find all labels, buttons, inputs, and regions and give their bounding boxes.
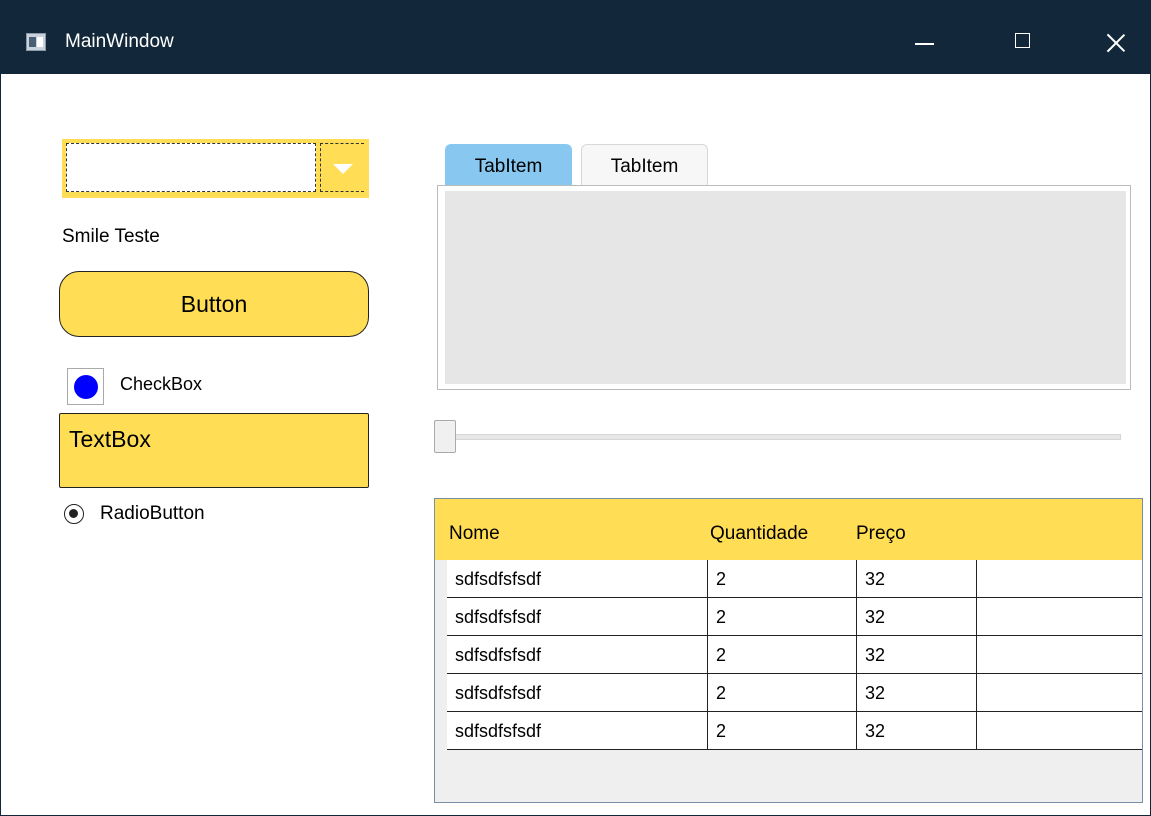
window-title: MainWindow bbox=[65, 31, 174, 52]
combobox-text[interactable] bbox=[66, 143, 316, 192]
grid-header: Nome Quantidade Preço bbox=[435, 499, 1142, 560]
app-icon bbox=[26, 33, 46, 51]
cell-quantidade[interactable]: 2 bbox=[708, 636, 857, 674]
cell-quantidade[interactable]: 2 bbox=[708, 598, 857, 636]
cell-preco[interactable]: 32 bbox=[857, 636, 977, 674]
cell-empty bbox=[977, 560, 1142, 598]
table-row[interactable]: sdfsdfsfsdf 2 32 bbox=[447, 712, 1142, 750]
cell-preco[interactable]: 32 bbox=[857, 712, 977, 750]
cell-quantidade[interactable]: 2 bbox=[708, 674, 857, 712]
cell-empty bbox=[977, 636, 1142, 674]
combobox[interactable] bbox=[62, 139, 369, 198]
row-header[interactable] bbox=[435, 636, 447, 674]
tab-item-1[interactable]: TabItem bbox=[445, 144, 572, 186]
table-row[interactable]: sdfsdfsfsdf 2 32 bbox=[447, 560, 1142, 598]
cell-preco[interactable]: 32 bbox=[857, 598, 977, 636]
cell-preco[interactable]: 32 bbox=[857, 560, 977, 598]
radio-button[interactable] bbox=[64, 504, 84, 524]
maximize-icon[interactable] bbox=[1003, 24, 1043, 64]
slider-track[interactable] bbox=[437, 434, 1121, 440]
cell-empty bbox=[977, 598, 1142, 636]
tab-item-2[interactable]: TabItem bbox=[581, 144, 708, 186]
main-button[interactable]: Button bbox=[59, 271, 369, 337]
column-header-quantidade[interactable]: Quantidade bbox=[710, 523, 808, 545]
text-input[interactable]: TextBox bbox=[59, 413, 369, 488]
cell-nome[interactable]: sdfsdfsfsdf bbox=[447, 674, 708, 712]
cell-preco[interactable]: 32 bbox=[857, 674, 977, 712]
cell-nome[interactable]: sdfsdfsfsdf bbox=[447, 712, 708, 750]
smile-label: Smile Teste bbox=[62, 226, 160, 247]
cell-quantidade[interactable]: 2 bbox=[708, 560, 857, 598]
cell-nome[interactable]: sdfsdfsfsdf bbox=[447, 598, 708, 636]
chevron-down-icon[interactable] bbox=[320, 143, 364, 192]
checkbox[interactable] bbox=[67, 368, 104, 405]
close-icon[interactable] bbox=[1096, 24, 1136, 64]
data-grid[interactable]: Nome Quantidade Preço sdfsdfsfsdf 2 32 s… bbox=[434, 498, 1143, 803]
cell-nome[interactable]: sdfsdfsfsdf bbox=[447, 560, 708, 598]
cell-empty bbox=[977, 712, 1142, 750]
main-window: MainWindow Smile Teste Button CheckBox T… bbox=[0, 0, 1151, 816]
table-row[interactable]: sdfsdfsfsdf 2 32 bbox=[447, 598, 1142, 636]
row-header[interactable] bbox=[435, 712, 447, 750]
cell-nome[interactable]: sdfsdfsfsdf bbox=[447, 636, 708, 674]
minimize-icon[interactable] bbox=[904, 24, 944, 64]
table-row[interactable]: sdfsdfsfsdf 2 32 bbox=[447, 674, 1142, 712]
column-header-preco[interactable]: Preço bbox=[856, 523, 906, 545]
cell-quantidade[interactable]: 2 bbox=[708, 712, 857, 750]
row-header[interactable] bbox=[435, 560, 447, 598]
tab-panel bbox=[437, 185, 1131, 390]
row-header[interactable] bbox=[435, 674, 447, 712]
title-bar: MainWindow bbox=[1, 0, 1151, 74]
row-header[interactable] bbox=[435, 598, 447, 636]
radio-label[interactable]: RadioButton bbox=[100, 503, 205, 525]
tab-content bbox=[445, 191, 1126, 384]
cell-empty bbox=[977, 674, 1142, 712]
slider-thumb[interactable] bbox=[434, 420, 456, 453]
column-header-nome[interactable]: Nome bbox=[449, 523, 500, 545]
table-row[interactable]: sdfsdfsfsdf 2 32 bbox=[447, 636, 1142, 674]
checkbox-label[interactable]: CheckBox bbox=[120, 374, 202, 395]
